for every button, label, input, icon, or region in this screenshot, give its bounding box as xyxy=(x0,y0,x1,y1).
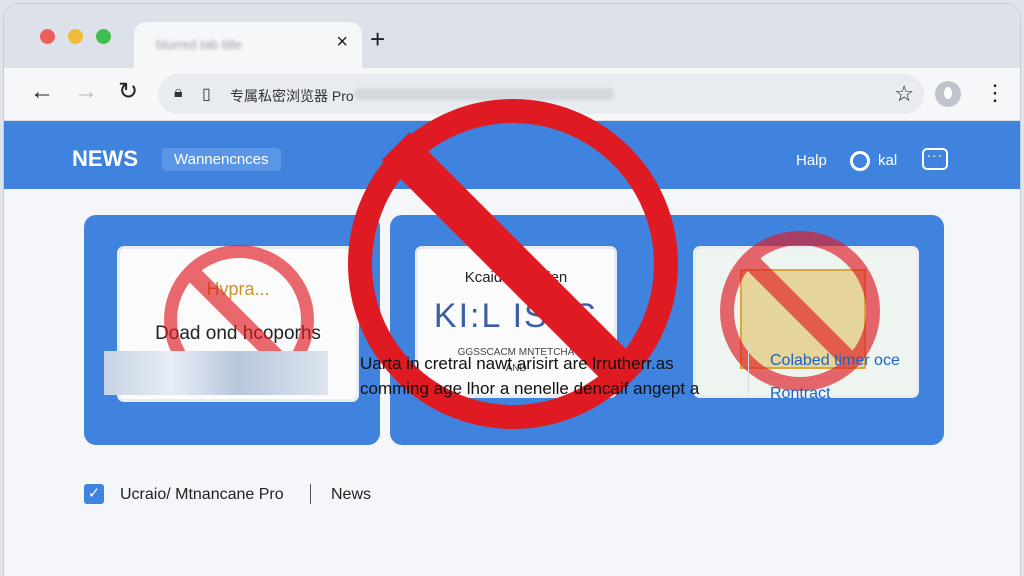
tab-title: blurred tab title xyxy=(156,37,242,52)
reload-button[interactable]: ↻ xyxy=(118,80,138,104)
url-text[interactable]: 专属私密浏览器 Pro xyxy=(230,86,354,106)
minimize-window-button[interactable] xyxy=(68,29,83,44)
user-link[interactable]: kal xyxy=(878,152,897,169)
tab-bar: blurred tab title × + xyxy=(4,4,1020,68)
new-tab-button[interactable]: + xyxy=(370,26,385,52)
site-name[interactable]: Ucraio/ Mtnancane Pro xyxy=(120,486,284,504)
site-bar: ✓ Ucraio/ Mtnancane Pro News xyxy=(84,482,944,506)
article-thumbnail[interactable] xyxy=(104,351,328,395)
menu-kebab-icon[interactable]: ⋮ xyxy=(984,80,1006,106)
site-logo[interactable]: NEWS xyxy=(72,146,138,172)
url-blurred-tail xyxy=(354,88,614,100)
article-line-1: Uarta in cretral nawt arisirt are lrruth… xyxy=(360,354,674,373)
article-snippet[interactable]: Uarta in cretral nawt arisirt are lrruth… xyxy=(360,351,720,401)
side-link-1[interactable]: Colabed timer oce xyxy=(770,352,900,370)
lock-icon[interactable]: 🔒︎ xyxy=(174,84,183,102)
maximize-window-button[interactable] xyxy=(96,29,111,44)
column-divider xyxy=(748,344,749,394)
site-checkbox[interactable]: ✓ xyxy=(84,484,104,504)
radio-icon[interactable] xyxy=(850,151,870,171)
help-link[interactable]: Halp xyxy=(796,152,827,169)
browser-window: blurred tab title × + ← → ↻ 🔒︎ ▯ 专属私密浏览器… xyxy=(4,4,1020,576)
bookmark-star-icon[interactable]: ☆ xyxy=(894,81,914,107)
header-chip[interactable]: Wannencnces xyxy=(162,148,281,171)
article-line-2: comming age lhor a nenelle dencaif angep… xyxy=(360,379,700,398)
active-tab[interactable]: blurred tab title × xyxy=(134,22,362,68)
section-link-news[interactable]: News xyxy=(331,486,371,504)
chat-icon[interactable]: ··· xyxy=(922,148,948,170)
page-icon: ▯ xyxy=(202,86,211,103)
news-card-1[interactable]: Hvpra... Doad ond hcoporhs xyxy=(84,215,380,445)
back-button[interactable]: ← xyxy=(30,80,54,104)
profile-avatar[interactable] xyxy=(935,81,961,107)
tab-close-icon[interactable]: × xyxy=(336,31,348,54)
side-link-2[interactable]: Rontract xyxy=(770,385,830,403)
close-window-button[interactable] xyxy=(40,29,55,44)
forward-button[interactable]: → xyxy=(74,80,98,104)
divider xyxy=(310,484,311,504)
